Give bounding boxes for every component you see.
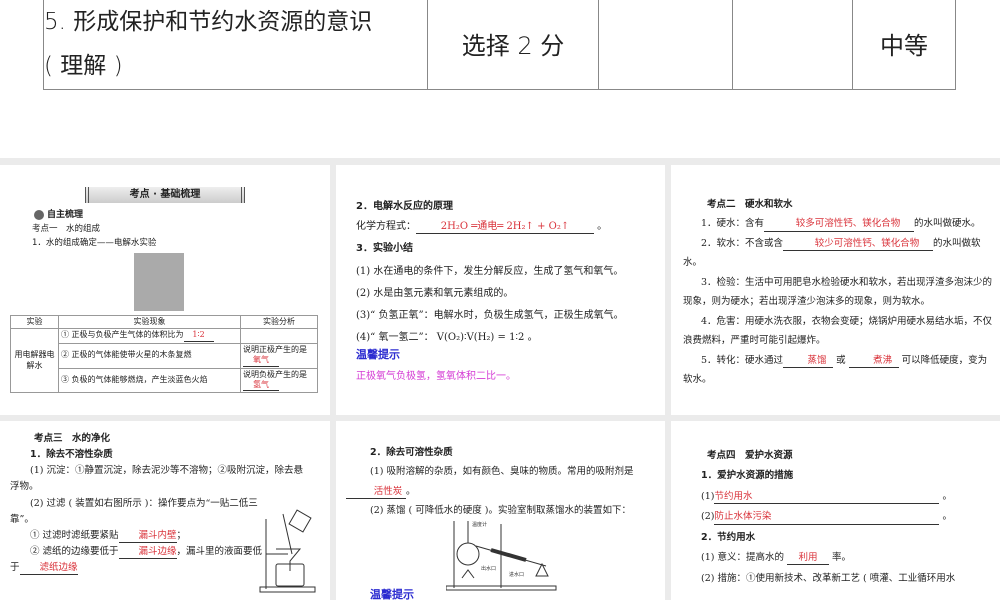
- text: 。: [406, 485, 416, 497]
- col-header: 实验: [10, 314, 59, 330]
- text: 5．转化：硬水通过: [701, 354, 784, 366]
- tip-title: 温馨提示: [356, 348, 400, 361]
- water-protection-text: 考点四 爱护水资源 1．爱护水资源的措施 (1)节约用水 。 (2)防止水体污染…: [701, 446, 996, 589]
- analysis: 说明负极产生的是: [243, 369, 307, 379]
- question-type-cell: 选择 2 分: [427, 0, 599, 90]
- answer: 漏斗内壁: [118, 530, 177, 544]
- paragraph: (1) 沉淀：①静置沉淀，除去泥沙等不溶物；②吸附沉淀，除去悬浮物。: [10, 465, 303, 493]
- filtration-apparatus-image: [259, 509, 316, 593]
- text: (1) 意义：提高水的: [701, 552, 784, 564]
- knowledge-point-text: 5. 形成保护和节约水资源的意识: [44, 8, 373, 35]
- slide-thumbnail-1[interactable]: 考点 · 基础梳理 自主梳理 考点一 水的组成 1．水的组成确定——电解水实验 实…: [0, 165, 330, 415]
- section-text: 自主梳理: [47, 210, 84, 220]
- electrolysis-apparatus-image: [134, 253, 184, 311]
- water-inlet-label: 进水口: [509, 571, 524, 578]
- experiment-table: 实验 实验现象 实验分析 用电解器电解水 ① 正极与负极产生气体的体积比为 1∶2 ②…: [10, 314, 318, 394]
- answer: 较少可溶性钙、镁化合物: [783, 238, 934, 252]
- equation-answer: 2H₂O ═通电═ 2H₂↑ + O₂↑: [416, 220, 594, 234]
- equation-label: 化学方程式：: [356, 221, 416, 232]
- heading: 1．爱护水资源的措施: [701, 470, 794, 482]
- answer: 滤纸边缘: [19, 562, 78, 576]
- paragraph: (2) 过滤 ( 装置如右图所示 )：操作要点为“一贴二低三靠”。: [10, 497, 258, 525]
- text: (2): [701, 511, 715, 523]
- heading: 考点一 水的组成: [32, 224, 101, 234]
- analysis: 说明正极产生的是: [243, 344, 307, 354]
- phenomenon: ③ 负极的气体能够燃烧，产生淡蓝色火焰: [58, 367, 241, 394]
- phenomenon: ① 正极与负极产生气体的体积比为: [61, 330, 184, 340]
- answer: 较多可溶性钙、镁化合物: [764, 218, 915, 232]
- thermometer-label: 温度计: [472, 521, 487, 528]
- answer: 活性炭: [346, 486, 406, 500]
- slide-thumbnail-6[interactable]: 考点四 爱护水资源 1．爱护水资源的措施 (1)节约用水 。 (2)防止水体污染…: [671, 421, 1000, 600]
- empty-cell: [732, 0, 853, 90]
- text: 2．软水：不含或含: [701, 237, 784, 249]
- knowledge-point-cell: 5. 形成保护和节约水资源的意识 ( 理解 ): [43, 0, 428, 90]
- empty-cell: [598, 0, 733, 90]
- heading: 2．电解水反应的原理: [356, 201, 453, 212]
- summary-item: (1) 水在通电的条件下，发生分解反应，生成了氢气和氧气。: [356, 266, 624, 277]
- banner: 考点 · 基础梳理: [85, 187, 245, 203]
- summary-item: (3)“ 负氢正氧”：电解水时，负极生成氢气，正极生成氧气。: [356, 310, 624, 321]
- text: ② 滤纸的边缘要低于: [30, 545, 119, 557]
- answer: 1∶2: [183, 330, 214, 342]
- heading: 2．节约用水: [701, 531, 756, 543]
- answer: 氢气: [243, 380, 279, 392]
- paragraph: (2) 措施：①使用新技术、改革新工艺 ( 喷灌、工业循环用水: [701, 572, 956, 584]
- analysis: [240, 328, 318, 344]
- summary-list: (1) 水在通电的条件下，发生分解反应，生成了氢气和氧气。 (2) 水是由氢元素…: [356, 261, 624, 349]
- soluble-impurity-text: 2．除去可溶性杂质 (1) 吸附溶解的杂质，如有颜色、臭味的物质。常用的吸附剂是…: [346, 443, 658, 521]
- answer: 利用: [787, 552, 830, 566]
- subheading: 1．水的组成确定——电解水实验: [32, 237, 157, 248]
- text: (1) 吸附溶解的杂质，如有颜色、臭味的物质。常用的吸附剂是: [370, 466, 634, 478]
- col-header: 实验分析: [240, 314, 318, 330]
- heading: 2．除去可溶性杂质: [370, 447, 453, 458]
- text: 率。: [832, 552, 852, 564]
- summary-item: (2) 水是由氢元素和氧元素组成的。: [356, 288, 514, 299]
- hard-soft-water-text: 考点二 硬水和软水 1．硬水：含有 较多可溶性钙、镁化合物 的水叫做硬水。 2．软水…: [683, 195, 993, 390]
- bullet-icon: [34, 209, 44, 220]
- heading: 考点三 水的净化: [34, 433, 111, 444]
- row-label: 用电解器电解水: [10, 328, 59, 394]
- distillation-apparatus-image: 温度计 出水口 进水口: [446, 521, 557, 591]
- exam-spec-table-row: 5. 形成保护和节约水资源的意识 ( 理解 ) 选择 2 分 中等: [43, 0, 956, 90]
- tip-title: 温馨提示: [370, 588, 414, 600]
- answer: 蒸馏: [783, 355, 834, 369]
- phenomenon: ② 正极的气体能使带火星的木条复燃: [58, 342, 241, 369]
- slide-thumbnail-5[interactable]: 2．除去可溶性杂质 (1) 吸附溶解的杂质，如有颜色、臭味的物质。常用的吸附剂是…: [336, 421, 665, 600]
- answer: 煮沸: [848, 355, 899, 369]
- difficulty-cell: 中等: [852, 0, 956, 90]
- answer: 漏斗边缘: [118, 546, 177, 560]
- text: ；: [176, 529, 187, 541]
- knowledge-level-text: ( 理解 ): [44, 52, 123, 79]
- paragraph: 3．检验：生活中可用肥皂水检验硬水和软水，若出现浮渣多泡沫少的现象，则为硬水；若…: [683, 276, 993, 308]
- heading: 考点四 爱护水资源: [707, 450, 793, 461]
- text: 的水叫做硬水。: [914, 218, 981, 230]
- heading: 1．除去不溶性杂质: [30, 449, 113, 461]
- answer: 节约用水: [714, 491, 940, 505]
- heading: 考点二 硬水和软水: [707, 199, 793, 210]
- text: ① 过滤时滤纸要紧贴: [30, 529, 119, 541]
- col-header: 实验现象: [58, 314, 241, 330]
- tip-text: 正极氧气负极氢，氢氧体积二比一。: [356, 371, 516, 382]
- text: 1．硬水：含有: [701, 218, 765, 230]
- water-outlet-label: 出水口: [481, 565, 496, 572]
- slide1-headings: 考点一 水的组成 1．水的组成确定——电解水实验: [32, 223, 156, 250]
- paragraph: 4．危害：用硬水洗衣服，衣物会变硬；烧锅炉用硬水易结水垢，不仅浪费燃料，严重时可…: [683, 315, 993, 347]
- text: 或: [836, 354, 846, 366]
- slide-thumbnail-4[interactable]: 考点三 水的净化 1．除去不溶性杂质 (1) 沉淀：①静置沉淀，除去泥沙等不溶物…: [0, 421, 330, 600]
- section-label: 自主梳理: [34, 207, 83, 224]
- slide-thumbnail-2[interactable]: 2．电解水反应的原理 化学方程式： 2H₂O ═通电═ 2H₂↑ + O₂↑ 。 …: [336, 165, 665, 415]
- heading: 3．实验小结: [356, 243, 413, 254]
- equation-line: 化学方程式： 2H₂O ═通电═ 2H₂↑ + O₂↑ 。: [356, 220, 608, 234]
- answer: 氧气: [243, 355, 279, 367]
- slide-thumbnail-3[interactable]: 考点二 硬水和软水 1．硬水：含有 较多可溶性钙、镁化合物 的水叫做硬水。 2．软水…: [671, 165, 1000, 415]
- answer: 防止水体污染: [714, 511, 940, 525]
- text: (1): [701, 490, 715, 502]
